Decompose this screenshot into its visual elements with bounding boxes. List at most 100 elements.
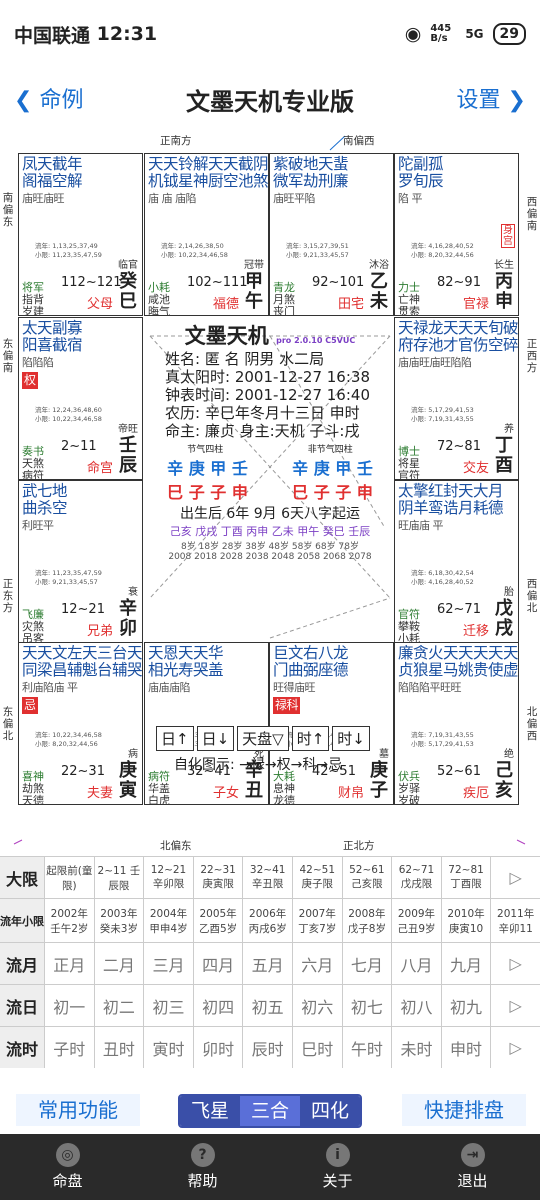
tab-about[interactable]: i 关于	[270, 1134, 405, 1200]
grid-cell[interactable]: 午时	[341, 1027, 392, 1068]
grid-cell[interactable]: 四月	[192, 943, 243, 984]
palace-cell[interactable]: 凤天截年 阁福空解 庙旺庙旺 流年: 1,13,25,37,49 小限: 11,23,3…	[18, 153, 143, 316]
palace-cell[interactable]: 天天铃解天天截阴 机钺星神厨空池煞庙 庙 庙陷 流年: 2,14,26,38,50 小…	[144, 153, 269, 316]
grid-cell[interactable]: 辰时	[242, 1027, 292, 1068]
hour-up-button[interactable]: 时↑	[291, 726, 330, 751]
tab-exit[interactable]: ⇥ 退出	[405, 1134, 540, 1200]
grid-cell[interactable]: 62~71 戊戌限	[391, 857, 441, 898]
tab-help[interactable]: ? 帮助	[135, 1134, 270, 1200]
grid-cell[interactable]: 2008年 戊子8岁	[341, 899, 392, 942]
grid-cell[interactable]: 八月	[391, 943, 441, 984]
ganzhi: 乙未	[370, 271, 388, 312]
info-line: 真太阳时: 2001-12-27 16:38	[165, 368, 370, 386]
grid-cell[interactable]: 2002年 壬午2岁	[44, 899, 94, 942]
next-arrow-icon[interactable]: ▷	[490, 943, 540, 984]
grid-cell[interactable]: 52~61 己亥限	[341, 857, 392, 898]
grid-cell[interactable]: 初二	[93, 985, 144, 1026]
next-arrow-icon[interactable]: ▷	[490, 1027, 540, 1068]
grid-cell[interactable]: 初九	[440, 985, 491, 1026]
palace-name: 福德	[213, 297, 240, 312]
grid-cell[interactable]: 二月	[93, 943, 144, 984]
grid-cell[interactable]: 22~31 庚寅限	[192, 857, 243, 898]
grid-row-dx: 大限 起限前(童限) 2~11 壬辰限 12~21 辛卯限 22~31 庚寅限 32~41…	[0, 856, 540, 898]
shensha: 力士 亡神 贯索	[398, 281, 420, 316]
grid-cell[interactable]: 正月	[44, 943, 94, 984]
grid-cell[interactable]: 2011年 辛卯11	[490, 899, 540, 942]
palace-cell[interactable]: 巨文右八龙门曲弼座德旺得庙旺禄科流年: 8,20,32,44,56小限: 6,1…	[269, 642, 394, 805]
grid-cell[interactable]: 32~41 辛丑限	[242, 857, 292, 898]
sihua-tab[interactable]: 四化	[300, 1096, 360, 1126]
grid-cell[interactable]: 初六	[291, 985, 342, 1026]
tab-chart[interactable]: ◎ 命盘	[0, 1134, 135, 1200]
grid-cell[interactable]: 卯时	[192, 1027, 243, 1068]
palace-name: 田宅	[338, 297, 365, 312]
palace-cell[interactable]: 天禄龙天天天旬破 府存池才官伤空碎 庙庙旺庙旺陷陷 流年: 5,17,29,41,53…	[394, 317, 519, 480]
grid-cell[interactable]: 九月	[440, 943, 491, 984]
palace-name: 迁移	[463, 624, 490, 639]
palace-cell[interactable]: 陀副孤 罗旬辰陷 平身宫 流年: 4,16,28,40,52 小限: 8,20,32,…	[394, 153, 519, 316]
next-arrow-icon[interactable]: ▷	[490, 985, 540, 1026]
xiaoxian: 小限: 8,20,32,44,56	[411, 251, 474, 259]
palace-cell[interactable]: 廉贪火天天天天天 贞狼星马姚贵使虚 陷陷陷平旺旺 流年: 7,19,31,43,55 小…	[394, 642, 519, 805]
grid-cell[interactable]: 初一	[44, 985, 94, 1026]
feixing-tab[interactable]: 飞星	[180, 1096, 240, 1126]
grid-cell[interactable]: 五月	[242, 943, 292, 984]
grid-cell[interactable]: 72~81 丁酉限	[440, 857, 491, 898]
zhangsheng: 沐浴	[369, 260, 389, 271]
shensha: 大耗 息神 龙德	[273, 770, 295, 805]
grid-cell[interactable]: 2004年 甲申4岁	[143, 899, 193, 942]
grid-cell[interactable]: 2~11 壬辰限	[93, 857, 144, 898]
grid-cell[interactable]: 起限前(童限)	[44, 857, 94, 898]
grid-cell[interactable]: 申时	[440, 1027, 491, 1068]
back-button[interactable]: ❮ 命例	[14, 82, 83, 114]
next-arrow-icon[interactable]: ▷	[490, 857, 540, 898]
hour-down-button[interactable]: 时↓	[332, 726, 370, 751]
row-label: 流月	[0, 943, 44, 984]
info-line: 命主: 廉贞 身主:天机 子斗:戌	[165, 422, 360, 440]
grid-cell[interactable]: 初五	[242, 985, 292, 1026]
zhangsheng: 长生	[494, 260, 514, 271]
grid-cell[interactable]: 六月	[291, 943, 342, 984]
grid-cell[interactable]: 三月	[143, 943, 193, 984]
daxian-range: 92~101	[312, 275, 365, 290]
grid-cell[interactable]: 初四	[192, 985, 243, 1026]
tianpan-select[interactable]: 天盘▽	[237, 726, 289, 751]
palace-cell[interactable]: 天恩天天华相光寿哭盖庙庙庙陷流年: 9,21,33,45,57小限: 7,19,…	[144, 642, 269, 805]
grid-cell[interactable]: 寅时	[143, 1027, 193, 1068]
grid-cell[interactable]: 初三	[143, 985, 193, 1026]
grid-cell[interactable]: 丑时	[93, 1027, 144, 1068]
grid-row-ls: 流时 子时 丑时 寅时 卯时 辰时 巳时 午时 未时 申时 ▷	[0, 1026, 540, 1068]
action-bar: 常用功能 飞星 三合 四化 快捷排盘	[0, 1092, 540, 1132]
ganzhi: 壬辰	[119, 435, 137, 476]
grid-cell[interactable]: 2006年 丙戌6岁	[242, 899, 292, 942]
dir-label: 正西方	[526, 338, 538, 374]
grid-cell[interactable]: 2010年 庚寅10	[440, 899, 491, 942]
grid-cell[interactable]: 12~21 辛卯限	[143, 857, 193, 898]
grid-cell[interactable]: 2009年 己丑9岁	[391, 899, 441, 942]
qiyun-text: 出生后 6年 9月 6天八字起运	[179, 506, 361, 522]
sanhe-tab[interactable]: 三合	[240, 1096, 300, 1126]
grid-cell[interactable]: 2007年 丁亥7岁	[291, 899, 342, 942]
palace-cell[interactable]: 武七地 曲杀空 利旺平 流年: 11,23,35,47,59 小限: 9,21,33,4…	[18, 480, 143, 643]
grid-cell[interactable]: 2003年 癸未3岁	[93, 899, 144, 942]
palace-cell[interactable]: 太擎红封天大月 阴羊鸾诰月耗德 旺庙庙 平流年: 6,18,30,42,54 小限: …	[394, 480, 519, 643]
grid-cell[interactable]: 42~51 庚子限	[291, 857, 342, 898]
dir-label: 西偏南	[526, 196, 538, 232]
grid-cell[interactable]: 初七	[341, 985, 392, 1026]
palace-cell[interactable]: 紫破地天蜚 微军劫刑廉 庙旺平陷 流年: 3,15,27,39,51 小限: 9,21,…	[269, 153, 394, 316]
quick-chart-button[interactable]: 快捷排盘	[402, 1094, 526, 1126]
grid-cell[interactable]: 子时	[44, 1027, 94, 1068]
common-functions-button[interactable]: 常用功能	[16, 1094, 140, 1126]
grid-cell[interactable]: 未时	[391, 1027, 441, 1068]
palace-cell[interactable]: 太天副寡 阳喜截宿 陷陷陷权流年: 12,24,36,48,60 小限: 10,22,…	[18, 317, 143, 480]
day-down-button[interactable]: 日↓	[196, 726, 235, 751]
settings-button[interactable]: 设置 ❯	[457, 82, 526, 114]
grid-cell[interactable]: 巳时	[291, 1027, 342, 1068]
palace-cell[interactable]: 天天文左天三台天劫天同梁昌辅魁台辅哭煞德利庙陷庙 平忌流年: 10,22,34,…	[18, 642, 143, 805]
stars: 巨文右八龙 门曲弼座德 旺得庙旺 禄科	[273, 644, 349, 714]
day-up-button[interactable]: 日↑	[156, 726, 194, 751]
grid-cell[interactable]: 七月	[341, 943, 392, 984]
grid-cell[interactable]: 初八	[391, 985, 441, 1026]
grid-cell[interactable]: 2005年 乙酉5岁	[192, 899, 243, 942]
zhangsheng: 衰	[128, 587, 138, 598]
